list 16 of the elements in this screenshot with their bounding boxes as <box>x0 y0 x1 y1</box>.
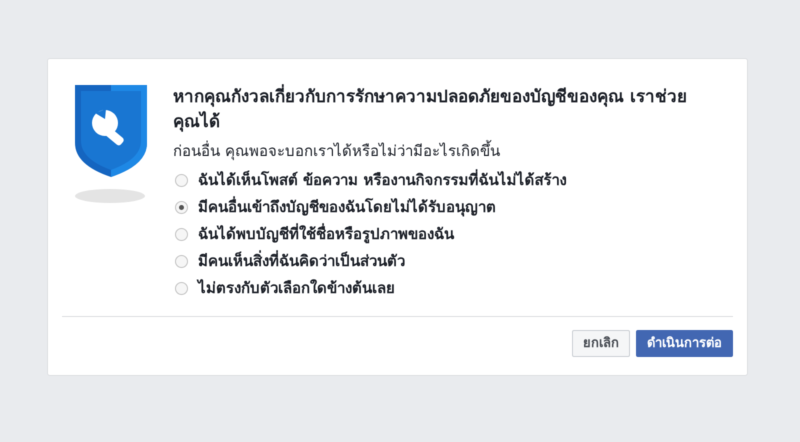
option-label[interactable]: มีคนเห็นสิ่งที่ฉันคิดว่าเป็นส่วนตัว <box>198 250 405 273</box>
option-label[interactable]: ไม่ตรงกับตัวเลือกใดข้างต้นเลย <box>198 277 395 300</box>
shield-wrench-icon <box>75 85 147 177</box>
radio-button[interactable] <box>175 228 188 241</box>
shadow-ellipse <box>75 189 145 203</box>
option-label[interactable]: ฉันได้พบบัญชีที่ใช้ชื่อหรือรูปภาพของฉัน <box>198 223 454 246</box>
continue-button[interactable]: ดำเนินการต่อ <box>636 330 733 357</box>
option-label[interactable]: ฉันได้เห็นโพสต์ ข้อความ หรืองานกิจกรรมที่ฉันไม่ได้สร้าง <box>198 169 566 192</box>
radio-button[interactable] <box>175 282 188 295</box>
option-label[interactable]: มีคนอื่นเข้าถึงบัญชีของฉันโดยไม่ได้รับอนุญาต <box>198 196 496 219</box>
radio-button[interactable] <box>175 201 188 214</box>
cancel-button[interactable]: ยกเลิก <box>572 330 630 357</box>
dialog-prompt: ก่อนอื่น คุณพอจะบอกเราได้หรือไม่ว่ามีอะไรเกิดขึ้น <box>173 141 501 161</box>
radio-button[interactable] <box>175 174 188 187</box>
dialog-title: หากคุณกังวลเกี่ยวกับการรักษาความปลอดภัยของบัญชีของคุณ เราช่วยคุณได้ <box>173 85 713 135</box>
radio-button[interactable] <box>175 255 188 268</box>
